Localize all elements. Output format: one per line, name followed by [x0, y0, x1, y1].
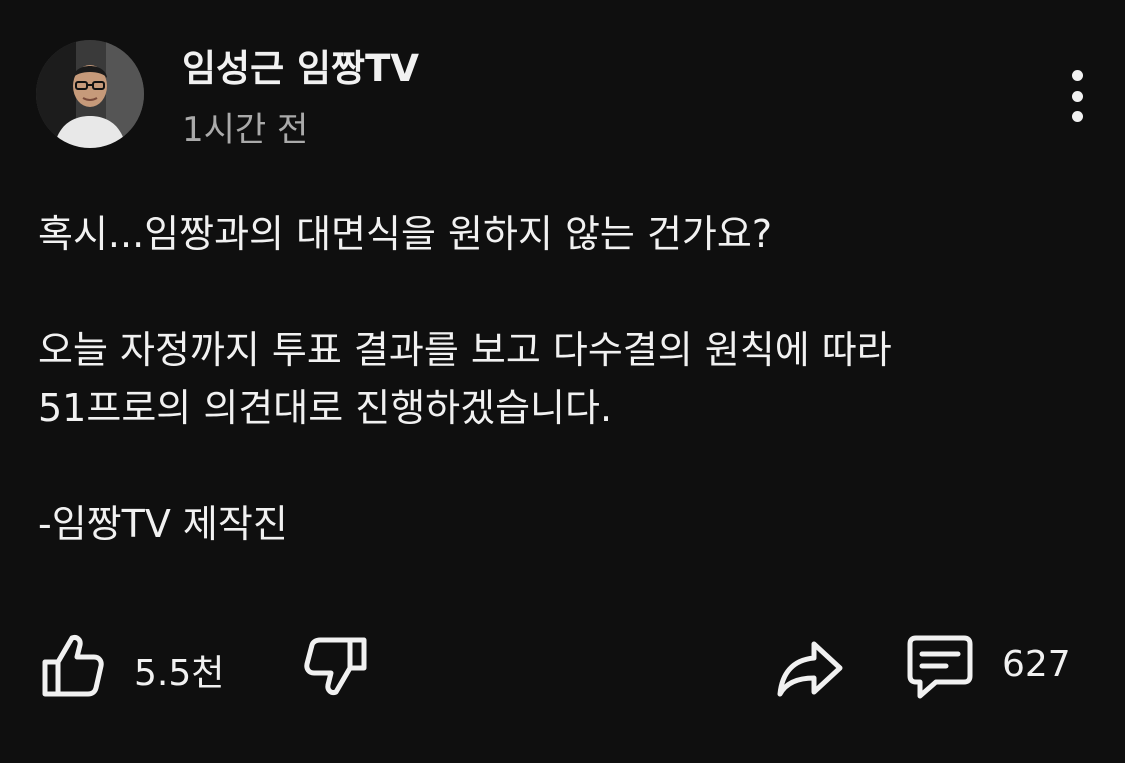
- avatar-image: [36, 40, 144, 148]
- share-button[interactable]: [776, 638, 844, 698]
- post-text-line: 51프로의 의견대로 진행하겠습니다.: [38, 386, 613, 430]
- post-body: 혹시...임짱과의 대면식을 원하지 않는 건가요? 오늘 자정까지 투표 결과…: [38, 205, 1078, 553]
- post-text-line: 혹시...임짱과의 대면식을 원하지 않는 건가요?: [38, 212, 773, 256]
- more-options-button[interactable]: [1058, 66, 1096, 126]
- more-dot: [1071, 90, 1083, 102]
- like-count: 5.5천: [134, 653, 225, 694]
- comment-icon: [907, 635, 973, 699]
- thumbs-up-icon: [42, 635, 104, 697]
- community-post: 임성근 임짱TV 1시간 전 혹시...임짱과의 대면식을 원하지 않는 건가요…: [0, 0, 1125, 763]
- comment-count: 627: [1002, 644, 1071, 685]
- post-text-line: 오늘 자정까지 투표 결과를 보고 다수결의 원칙에 따라: [38, 328, 892, 372]
- dislike-button[interactable]: [302, 636, 368, 698]
- more-dot: [1071, 111, 1083, 122]
- more-vertical-icon: [1071, 70, 1083, 81]
- channel-name[interactable]: 임성근 임짱TV: [182, 38, 419, 92]
- share-arrow-icon: [777, 641, 843, 697]
- post-text-line: -임짱TV 제작진: [38, 502, 288, 546]
- thumbs-down-icon: [304, 637, 367, 695]
- comment-button[interactable]: [906, 634, 974, 700]
- post-timestamp: 1시간 전: [182, 110, 309, 150]
- like-button[interactable]: [40, 632, 104, 698]
- channel-avatar[interactable]: [36, 40, 144, 148]
